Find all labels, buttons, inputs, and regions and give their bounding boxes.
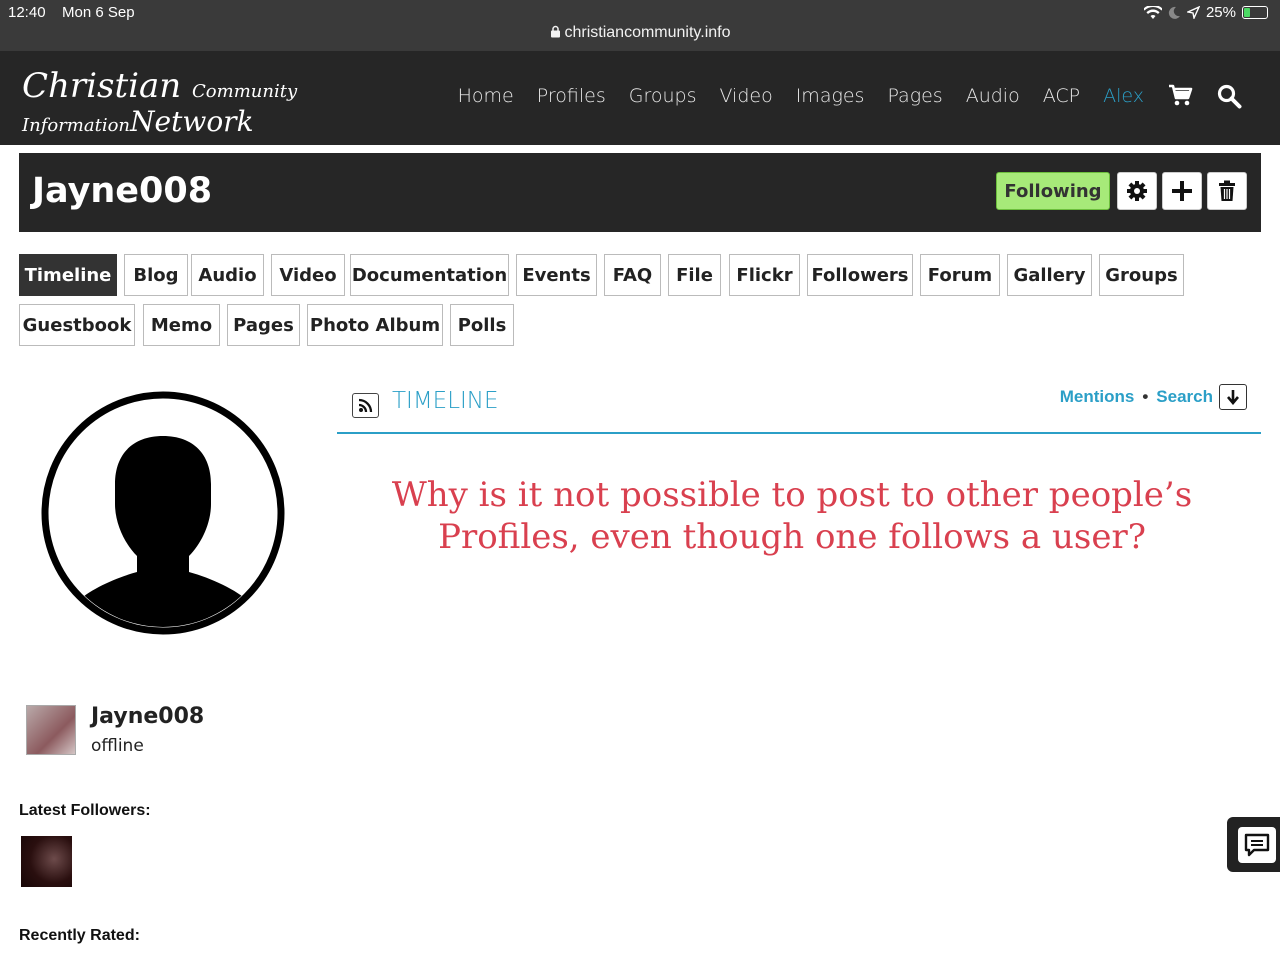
settings-button[interactable] [1117, 172, 1157, 210]
tab-video[interactable]: Video [271, 254, 345, 296]
nav-acp[interactable]: ACP [1043, 85, 1080, 107]
delete-button[interactable] [1207, 172, 1247, 210]
tab-memo[interactable]: Memo [143, 304, 220, 346]
gear-icon [1127, 181, 1147, 201]
profile-avatar[interactable] [40, 390, 286, 636]
nav-user-alex[interactable]: Alex [1103, 85, 1144, 107]
moon-icon [1168, 6, 1180, 19]
location-arrow-icon [1186, 6, 1200, 19]
recently-rated-heading: Recently Rated: [19, 927, 140, 944]
tab-file[interactable]: File [668, 254, 721, 296]
plus-icon [1172, 181, 1192, 201]
search-link[interactable]: Search [1156, 387, 1213, 406]
arrow-down-icon [1227, 390, 1239, 405]
user-thumbnail[interactable] [26, 705, 76, 755]
download-button[interactable] [1219, 384, 1247, 410]
logo-word-community: Community [192, 81, 298, 102]
wifi-icon [1143, 5, 1162, 19]
tab-timeline[interactable]: Timeline [19, 254, 117, 296]
battery-icon [1242, 6, 1268, 19]
tab-blog[interactable]: Blog [124, 254, 188, 296]
logo-word-information: Information [22, 115, 131, 136]
nav-video[interactable]: Video [719, 85, 772, 107]
tab-guestbook[interactable]: Guestbook [19, 304, 135, 346]
nav-profiles[interactable]: Profiles [537, 85, 606, 107]
cart-icon[interactable] [1167, 83, 1193, 109]
status-bar: 12:40 Mon 6 Sep 25% christiancommunity.i… [0, 0, 1280, 51]
chat-widget-button[interactable] [1227, 817, 1280, 872]
tab-groups[interactable]: Groups [1099, 254, 1184, 296]
nav-home[interactable]: Home [458, 85, 514, 107]
user-name[interactable]: Jayne008 [91, 704, 204, 729]
url-text: christiancommunity.info [564, 24, 731, 41]
chat-icon [1244, 833, 1270, 856]
status-indicators: 25% [1143, 4, 1268, 21]
timeline-title: TIMELINE [392, 388, 499, 414]
tab-events[interactable]: Events [516, 254, 597, 296]
latest-followers-heading: Latest Followers: [19, 802, 151, 819]
main-nav: Home Profiles Groups Video Images Pages … [458, 83, 1242, 109]
address-bar[interactable]: christiancommunity.info [0, 24, 1280, 42]
timeline-question: Why is it not possible to post to other … [391, 475, 1193, 557]
following-button[interactable]: Following [996, 172, 1110, 210]
tab-pages[interactable]: Pages [227, 304, 300, 346]
lock-icon [550, 25, 560, 38]
site-logo[interactable]: Christian Community InformationNetwork [22, 69, 297, 139]
tab-polls[interactable]: Polls [450, 304, 514, 346]
tab-gallery[interactable]: Gallery [1007, 254, 1092, 296]
tab-audio[interactable]: Audio [191, 254, 264, 296]
status-date: Mon 6 Sep [62, 4, 135, 21]
nav-pages[interactable]: Pages [887, 85, 942, 107]
battery-percent: 25% [1205, 4, 1236, 21]
page-title: Jayne008 [32, 171, 213, 211]
status-time: 12:40 [8, 4, 46, 21]
site-header: Christian Community InformationNetwork H… [0, 51, 1280, 145]
tab-followers[interactable]: Followers [807, 254, 913, 296]
logo-word-network: Network [130, 105, 254, 138]
tab-documentation[interactable]: Documentation [350, 254, 509, 296]
tab-faq[interactable]: FAQ [604, 254, 661, 296]
nav-audio[interactable]: Audio [966, 85, 1020, 107]
timeline-header: TIMELINE Mentions • Search [337, 380, 1261, 434]
tab-photo-album[interactable]: Photo Album [307, 304, 443, 346]
search-icon[interactable] [1216, 83, 1242, 109]
user-status: offline [91, 736, 144, 756]
nav-images[interactable]: Images [796, 85, 865, 107]
rss-icon [358, 398, 373, 413]
timeline-links: Mentions • Search [1060, 387, 1213, 407]
mentions-link[interactable]: Mentions [1060, 387, 1135, 406]
rss-button[interactable] [352, 393, 379, 418]
tab-flickr[interactable]: Flickr [729, 254, 800, 296]
profile-title-bar: Jayne008 Following [19, 153, 1261, 232]
nav-groups[interactable]: Groups [629, 85, 697, 107]
follower-avatar[interactable] [21, 836, 72, 887]
link-separator: • [1142, 387, 1149, 406]
logo-word-christian: Christian [22, 66, 182, 106]
add-button[interactable] [1162, 172, 1202, 210]
tab-forum[interactable]: Forum [920, 254, 1000, 296]
trash-icon [1219, 180, 1235, 201]
